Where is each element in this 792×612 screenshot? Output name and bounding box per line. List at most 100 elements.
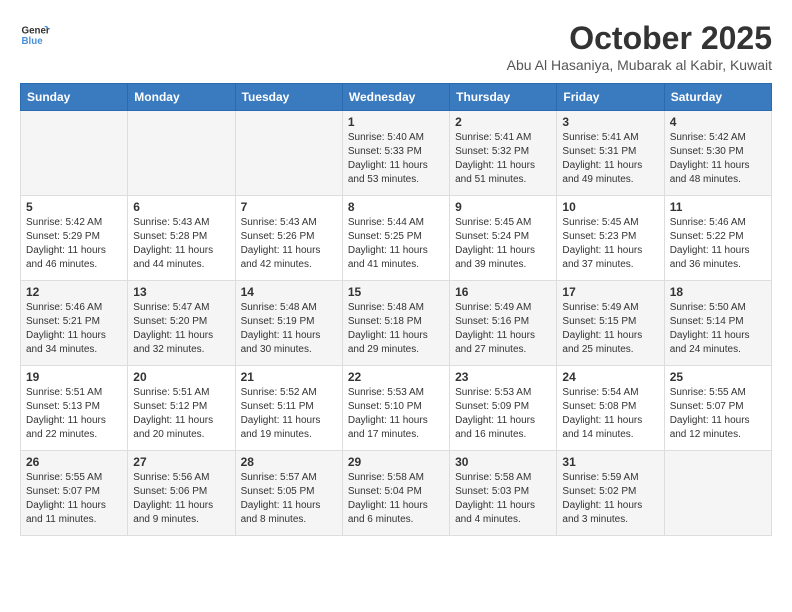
day-cell: 16 Sunrise: 5:49 AMSunset: 5:16 PMDayligh… — [450, 281, 557, 366]
day-cell: 9Sunrise: 5:45 AMSunset: 5:24 PMDaylight… — [450, 196, 557, 281]
day-info: Sunrise: 5:43 AMSunset: 5:28 PMDaylight:… — [133, 216, 229, 272]
day-cell: 18 Sunrise: 5:50 AMSunset: 5:14 PMDayligh… — [664, 281, 771, 366]
month-title: October 2025 — [507, 20, 772, 57]
day-info: Sunrise: 5:46 AMSunset: 5:22 PMDaylight:… — [670, 216, 766, 272]
week-row-2: 5 Sunrise: 5:42 AMSunset: 5:29 PMDaylight… — [21, 196, 772, 281]
day-info: Sunrise: 5:41 AMSunset: 5:32 PMDaylight:… — [455, 131, 551, 187]
col-header-tuesday: Tuesday — [235, 84, 342, 111]
day-number: 20 — [133, 370, 229, 384]
day-info: Sunrise: 5:59 AMSunset: 5:02 PMDaylight:… — [562, 471, 658, 527]
day-info: Sunrise: 5:46 AMSunset: 5:21 PMDaylight:… — [26, 301, 122, 357]
week-row-4: 19 Sunrise: 5:51 AMSunset: 5:13 PMDayligh… — [21, 366, 772, 451]
day-info: Sunrise: 5:55 AMSunset: 5:07 PMDaylight:… — [26, 471, 122, 527]
day-info: Sunrise: 5:43 AMSunset: 5:26 PMDaylight:… — [241, 216, 337, 272]
day-number: 17 — [562, 285, 658, 299]
day-cell: 29 Sunrise: 5:58 AMSunset: 5:04 PMDayligh… — [342, 451, 449, 536]
day-cell: 23 Sunrise: 5:53 AMSunset: 5:09 PMDayligh… — [450, 366, 557, 451]
day-info: Sunrise: 5:44 AMSunset: 5:25 PMDaylight:… — [348, 216, 444, 272]
col-header-wednesday: Wednesday — [342, 84, 449, 111]
day-number: 4 — [670, 115, 766, 129]
day-info: Sunrise: 5:58 AMSunset: 5:04 PMDaylight:… — [348, 471, 444, 527]
day-number: 30 — [455, 455, 551, 469]
day-cell: 11 Sunrise: 5:46 AMSunset: 5:22 PMDayligh… — [664, 196, 771, 281]
day-number: 6 — [133, 200, 229, 214]
day-number: 10 — [562, 200, 658, 214]
day-number: 15 — [348, 285, 444, 299]
day-number: 27 — [133, 455, 229, 469]
day-info: Sunrise: 5:57 AMSunset: 5:05 PMDaylight:… — [241, 471, 337, 527]
day-cell: 3Sunrise: 5:41 AMSunset: 5:31 PMDaylight… — [557, 111, 664, 196]
day-number: 25 — [670, 370, 766, 384]
day-info: Sunrise: 5:47 AMSunset: 5:20 PMDaylight:… — [133, 301, 229, 357]
day-cell: 17Sunrise: 5:49 AMSunset: 5:15 PMDayligh… — [557, 281, 664, 366]
day-cell: 1Sunrise: 5:40 AMSunset: 5:33 PMDaylight… — [342, 111, 449, 196]
day-cell — [21, 111, 128, 196]
day-number: 28 — [241, 455, 337, 469]
day-number: 5 — [26, 200, 122, 214]
col-header-sunday: Sunday — [21, 84, 128, 111]
day-info: Sunrise: 5:55 AMSunset: 5:07 PMDaylight:… — [670, 386, 766, 442]
day-info: Sunrise: 5:51 AMSunset: 5:12 PMDaylight:… — [133, 386, 229, 442]
day-info: Sunrise: 5:53 AMSunset: 5:09 PMDaylight:… — [455, 386, 551, 442]
day-info: Sunrise: 5:45 AMSunset: 5:23 PMDaylight:… — [562, 216, 658, 272]
day-cell: 2 Sunrise: 5:41 AMSunset: 5:32 PMDaylight… — [450, 111, 557, 196]
day-cell — [664, 451, 771, 536]
day-cell: 30Sunrise: 5:58 AMSunset: 5:03 PMDayligh… — [450, 451, 557, 536]
day-info: Sunrise: 5:53 AMSunset: 5:10 PMDaylight:… — [348, 386, 444, 442]
day-cell: 14Sunrise: 5:48 AMSunset: 5:19 PMDayligh… — [235, 281, 342, 366]
col-header-monday: Monday — [128, 84, 235, 111]
day-number: 16 — [455, 285, 551, 299]
day-cell: 13 Sunrise: 5:47 AMSunset: 5:20 PMDayligh… — [128, 281, 235, 366]
day-info: Sunrise: 5:51 AMSunset: 5:13 PMDaylight:… — [26, 386, 122, 442]
col-header-saturday: Saturday — [664, 84, 771, 111]
day-number: 12 — [26, 285, 122, 299]
day-info: Sunrise: 5:50 AMSunset: 5:14 PMDaylight:… — [670, 301, 766, 357]
day-number: 3 — [562, 115, 658, 129]
day-cell: 24 Sunrise: 5:54 AMSunset: 5:08 PMDayligh… — [557, 366, 664, 451]
day-number: 18 — [670, 285, 766, 299]
day-cell: 4 Sunrise: 5:42 AMSunset: 5:30 PMDaylight… — [664, 111, 771, 196]
day-number: 19 — [26, 370, 122, 384]
week-row-3: 12 Sunrise: 5:46 AMSunset: 5:21 PMDayligh… — [21, 281, 772, 366]
day-info: Sunrise: 5:56 AMSunset: 5:06 PMDaylight:… — [133, 471, 229, 527]
day-cell: 5 Sunrise: 5:42 AMSunset: 5:29 PMDaylight… — [21, 196, 128, 281]
header-row: SundayMondayTuesdayWednesdayThursdayFrid… — [21, 84, 772, 111]
day-number: 8 — [348, 200, 444, 214]
day-cell: 15 Sunrise: 5:48 AMSunset: 5:18 PMDayligh… — [342, 281, 449, 366]
day-cell: 26Sunrise: 5:55 AMSunset: 5:07 PMDayligh… — [21, 451, 128, 536]
day-info: Sunrise: 5:42 AMSunset: 5:30 PMDaylight:… — [670, 131, 766, 187]
day-number: 9 — [455, 200, 551, 214]
day-cell: 21 Sunrise: 5:52 AMSunset: 5:11 PMDayligh… — [235, 366, 342, 451]
day-info: Sunrise: 5:42 AMSunset: 5:29 PMDaylight:… — [26, 216, 122, 272]
day-cell: 19 Sunrise: 5:51 AMSunset: 5:13 PMDayligh… — [21, 366, 128, 451]
day-cell — [128, 111, 235, 196]
day-number: 23 — [455, 370, 551, 384]
day-info: Sunrise: 5:40 AMSunset: 5:33 PMDaylight:… — [348, 131, 444, 187]
day-cell: 28 Sunrise: 5:57 AMSunset: 5:05 PMDayligh… — [235, 451, 342, 536]
day-number: 14 — [241, 285, 337, 299]
day-cell: 7 Sunrise: 5:43 AMSunset: 5:26 PMDaylight… — [235, 196, 342, 281]
title-area: October 2025 Abu Al Hasaniya, Mubarak al… — [507, 20, 772, 73]
logo-icon: General Blue — [20, 20, 50, 50]
week-row-5: 26Sunrise: 5:55 AMSunset: 5:07 PMDayligh… — [21, 451, 772, 536]
day-cell: 6 Sunrise: 5:43 AMSunset: 5:28 PMDaylight… — [128, 196, 235, 281]
location-subtitle: Abu Al Hasaniya, Mubarak al Kabir, Kuwai… — [507, 57, 772, 73]
day-cell: 12 Sunrise: 5:46 AMSunset: 5:21 PMDayligh… — [21, 281, 128, 366]
day-info: Sunrise: 5:54 AMSunset: 5:08 PMDaylight:… — [562, 386, 658, 442]
day-number: 2 — [455, 115, 551, 129]
day-number: 7 — [241, 200, 337, 214]
day-number: 21 — [241, 370, 337, 384]
week-row-1: 1Sunrise: 5:40 AMSunset: 5:33 PMDaylight… — [21, 111, 772, 196]
day-info: Sunrise: 5:48 AMSunset: 5:18 PMDaylight:… — [348, 301, 444, 357]
svg-text:Blue: Blue — [22, 36, 44, 47]
day-number: 24 — [562, 370, 658, 384]
header: General Blue October 2025 Abu Al Hasaniy… — [20, 20, 772, 73]
day-info: Sunrise: 5:52 AMSunset: 5:11 PMDaylight:… — [241, 386, 337, 442]
day-number: 13 — [133, 285, 229, 299]
day-number: 29 — [348, 455, 444, 469]
col-header-thursday: Thursday — [450, 84, 557, 111]
day-cell: 10 Sunrise: 5:45 AMSunset: 5:23 PMDayligh… — [557, 196, 664, 281]
day-number: 11 — [670, 200, 766, 214]
calendar-table: SundayMondayTuesdayWednesdayThursdayFrid… — [20, 83, 772, 536]
day-info: Sunrise: 5:49 AMSunset: 5:16 PMDaylight:… — [455, 301, 551, 357]
